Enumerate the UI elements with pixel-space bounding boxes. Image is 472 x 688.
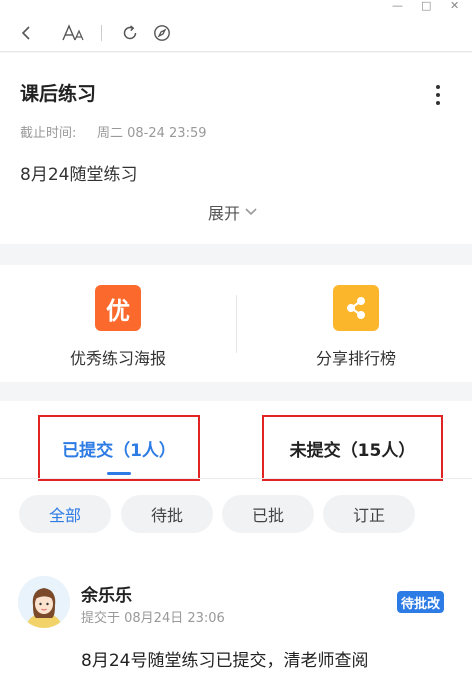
excellent-poster-label: 优秀练习海报: [69, 349, 166, 368]
more-vertical-icon: [436, 85, 440, 105]
chevron-down-icon: [245, 208, 257, 216]
toolbar: [0, 14, 472, 52]
assignment-card: 课后练习 截止时间: 周二 08-24 23:59 8月24随堂练习 展开: [0, 53, 472, 244]
share-ranking-button[interactable]: 分享排行榜: [256, 285, 456, 369]
tab-not-submitted[interactable]: 未提交（15人）: [262, 415, 443, 481]
filter-all[interactable]: 全部: [19, 495, 111, 533]
font-size-button[interactable]: [60, 20, 86, 46]
tabs-divider: [0, 478, 472, 479]
page-title: 课后练习: [20, 83, 97, 105]
avatar[interactable]: [18, 576, 70, 628]
share-ranking-label: 分享排行榜: [315, 349, 396, 368]
active-tab-indicator: [107, 472, 131, 475]
refresh-button[interactable]: [118, 20, 142, 46]
font-size-icon: [62, 24, 84, 41]
filter-corrected[interactable]: 订正: [323, 495, 415, 533]
submit-time: 提交于 08月24日 23:06: [81, 611, 225, 626]
submission-message[interactable]: 8月24号随堂练习已提交，清老师查阅: [81, 646, 368, 671]
compass-button[interactable]: [150, 20, 174, 46]
poster-icon: 优: [95, 285, 141, 331]
chevron-left-icon: [21, 26, 30, 40]
minimize-button[interactable]: —: [392, 0, 403, 12]
student-avatar-icon: [18, 576, 70, 628]
features-divider: [236, 295, 237, 353]
expand-label: 展开: [208, 204, 241, 223]
features-card: 优 优秀练习海报 分享排行榜: [0, 265, 472, 382]
maximize-button[interactable]: □: [421, 0, 431, 12]
share-icon: [333, 285, 379, 331]
window-titlebar: — □ ✕: [0, 0, 472, 14]
compass-icon: [154, 25, 170, 41]
back-button[interactable]: [14, 20, 38, 46]
status-badge: 待批改: [397, 591, 445, 613]
excellent-poster-button[interactable]: 优 优秀练习海报: [18, 285, 218, 369]
deadline-label: 截止时间:: [20, 126, 77, 141]
more-menu-button[interactable]: [430, 83, 446, 107]
close-button[interactable]: ✕: [450, 0, 459, 12]
expand-button[interactable]: 展开: [208, 200, 258, 224]
filter-graded[interactable]: 已批: [222, 495, 314, 533]
refresh-icon: [123, 25, 137, 40]
deadline-value: 周二 08-24 23:59: [97, 126, 207, 141]
submissions-card: 已提交（1人） 未提交（15人） 全部 待批 已批 订正 余乐乐 提交于 08月…: [0, 401, 472, 688]
filter-pending[interactable]: 待批: [121, 495, 213, 533]
student-name[interactable]: 余乐乐: [81, 581, 132, 606]
toolbar-divider: [101, 25, 102, 41]
assignment-description: 8月24随堂练习: [20, 165, 138, 185]
